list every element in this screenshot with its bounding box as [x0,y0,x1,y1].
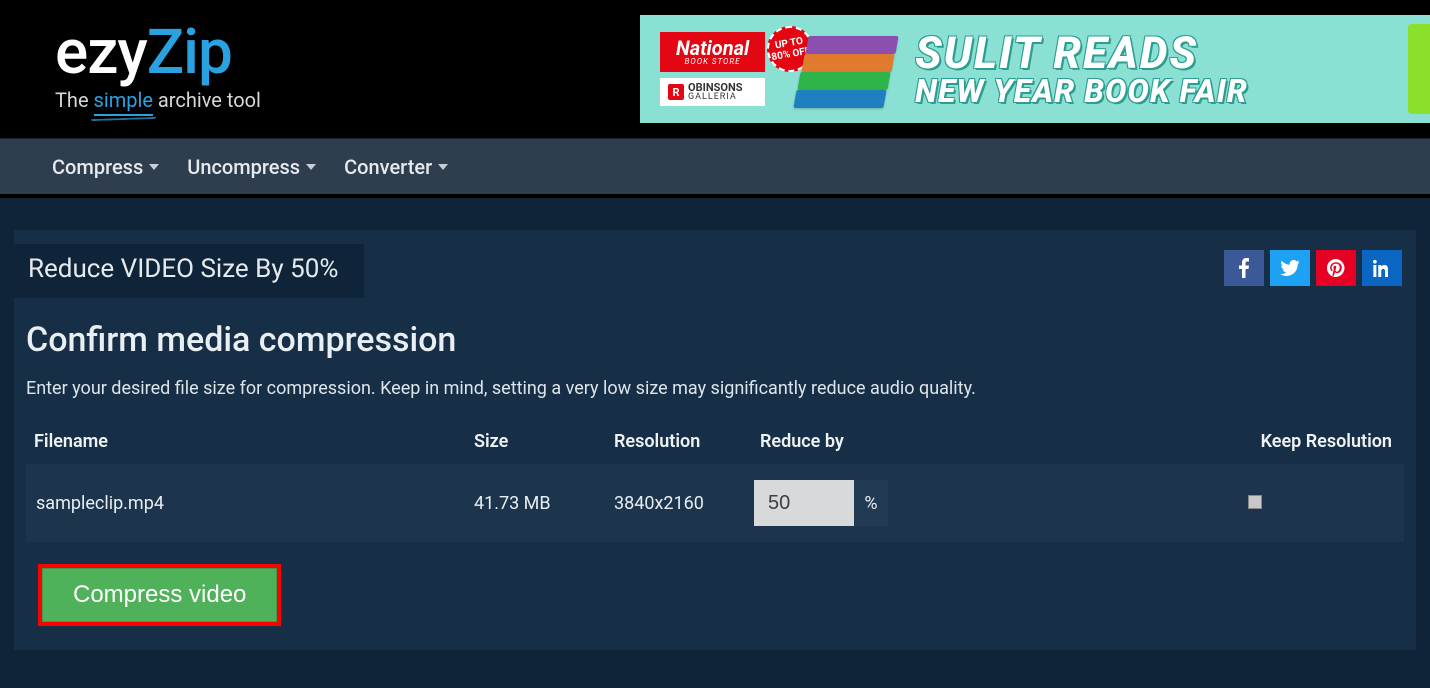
nav-label: Uncompress [187,155,300,179]
section-description: Enter your desired file size for compres… [26,378,1404,399]
ad-badges: National BOOK STORE R OBINSONS GALLERIA [660,32,765,106]
nav-label: Compress [52,155,143,179]
cell-filename: sampleclip.mp4 [26,464,466,542]
nav-uncompress[interactable]: Uncompress [187,155,316,179]
pinterest-icon [1327,259,1345,277]
th-size: Size [466,423,606,464]
chevron-down-icon [149,164,159,170]
ad-badge-national: National BOOK STORE [660,32,765,72]
logo-tag-simple: simple [94,88,153,116]
th-reduce: Reduce by [746,423,1106,464]
section-title: Confirm media compression [26,320,1404,360]
logo-part-zip: Zip [147,16,232,89]
th-keep-resolution: Keep Resolution [1106,423,1404,464]
ad-books-icon: UP TO 80% OFF [785,24,895,114]
panel-header: Reduce VIDEO Size By 50% [14,230,1416,298]
share-pinterest[interactable] [1316,250,1356,286]
cell-resolution: 3840x2160 [606,464,746,542]
th-filename: Filename [26,423,466,464]
cell-keep-resolution [1106,464,1404,542]
cta-highlight: Compress video [38,564,281,626]
main-nav: Compress Uncompress Converter [0,138,1430,198]
logo-block[interactable]: ezyZip The simple archive tool [55,22,640,116]
logo: ezyZip [55,22,640,84]
ad-price-tag-icon [1408,24,1430,114]
chevron-down-icon [438,164,448,170]
share-facebook[interactable] [1224,250,1264,286]
facebook-icon [1239,258,1249,278]
main-panel: Reduce VIDEO Size By 50% Confirm media c… [14,230,1416,650]
nav-compress[interactable]: Compress [52,155,159,179]
twitter-icon [1280,260,1300,276]
ad-banner[interactable]: National BOOK STORE R OBINSONS GALLERIA … [640,15,1430,123]
linkedin-icon [1373,259,1391,277]
nav-converter[interactable]: Converter [344,155,448,179]
th-resolution: Resolution [606,423,746,464]
percent-label: % [854,480,888,526]
reduce-percent-input[interactable] [754,480,854,526]
cell-reduce: % [746,464,1106,542]
logo-tag-pre: The [55,88,94,112]
cta-wrap: Compress video [26,542,1404,626]
tab-reduce-video[interactable]: Reduce VIDEO Size By 50% [14,244,364,298]
nav-label: Converter [344,155,432,179]
logo-tagline: The simple archive tool [55,88,640,116]
logo-tag-post: archive tool [153,88,261,112]
page-body: Reduce VIDEO Size By 50% Confirm media c… [0,198,1430,688]
share-linkedin[interactable] [1362,250,1402,286]
keep-resolution-checkbox[interactable] [1248,495,1262,509]
files-table: Filename Size Resolution Reduce by Keep … [26,423,1404,542]
ad-badge-robinsons: R OBINSONS GALLERIA [660,78,765,106]
social-share [1224,250,1402,286]
chevron-down-icon [306,164,316,170]
share-twitter[interactable] [1270,250,1310,286]
panel-content: Confirm media compression Enter your des… [14,298,1416,626]
cell-size: 41.73 MB [466,464,606,542]
compress-video-button[interactable]: Compress video [42,568,277,622]
ad-headline: SULIT READS NEW YEAR BOOK FAIR [915,31,1248,107]
logo-part-ezy: ezy [55,16,147,89]
top-bar: ezyZip The simple archive tool National … [0,0,1430,138]
table-row: sampleclip.mp4 41.73 MB 3840x2160 % [26,464,1404,542]
